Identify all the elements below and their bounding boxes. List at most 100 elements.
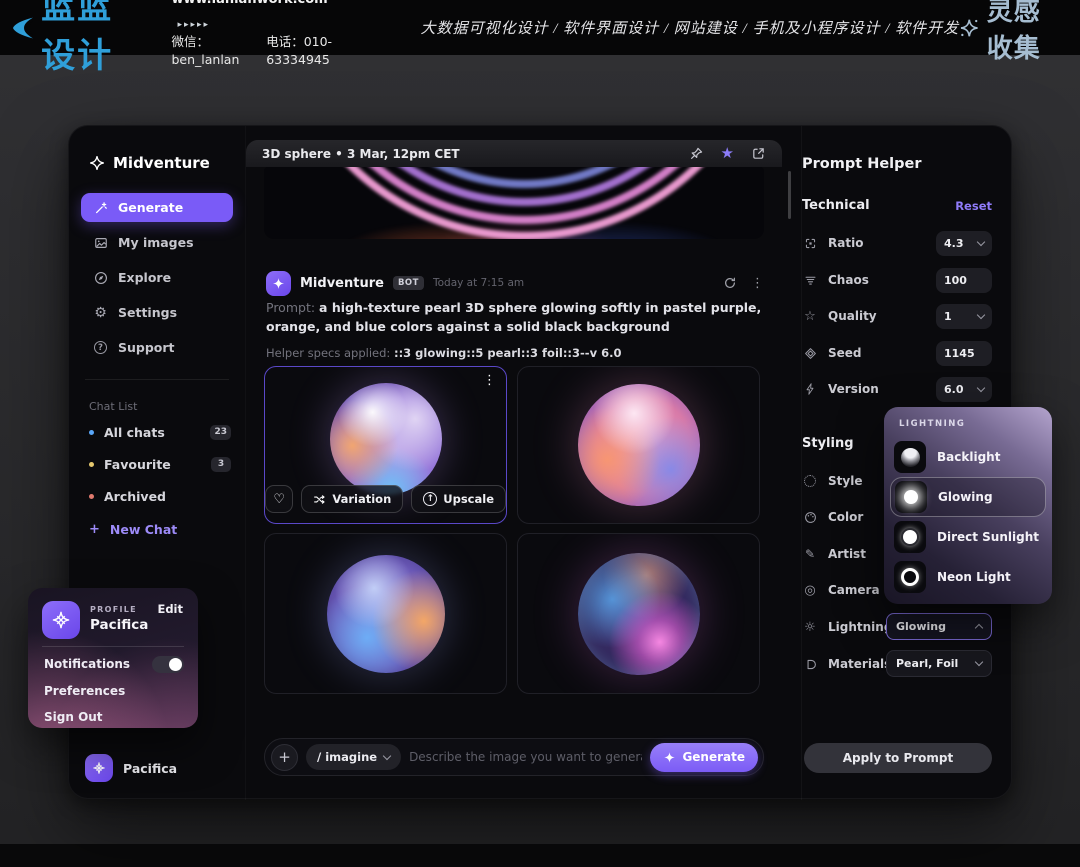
generate-button[interactable]: Generate bbox=[650, 743, 758, 772]
preferences-item[interactable]: Preferences bbox=[44, 681, 184, 701]
materials-select[interactable]: Pearl, Foil bbox=[886, 650, 992, 677]
variation-label: Variation bbox=[332, 492, 391, 506]
ratio-row: Ratio 4.3 bbox=[802, 230, 992, 256]
sidebar-item-explore[interactable]: Explore bbox=[81, 263, 233, 292]
option-backlight[interactable]: Backlight bbox=[890, 437, 1046, 477]
hero-image-partial[interactable] bbox=[264, 167, 764, 239]
crop-frame-icon bbox=[802, 237, 818, 250]
lightning-select[interactable]: Glowing bbox=[886, 613, 992, 640]
compass-icon bbox=[93, 271, 108, 285]
gear-icon: ⚙ bbox=[93, 305, 108, 321]
option-glowing[interactable]: Glowing bbox=[890, 477, 1046, 517]
select-value: 4.3 bbox=[944, 237, 964, 250]
command-selector[interactable]: / imagine bbox=[306, 744, 401, 770]
option-direct-sunlight[interactable]: Direct Sunlight bbox=[890, 517, 1046, 557]
apply-label: Apply to Prompt bbox=[843, 751, 954, 765]
row-label: Camera bbox=[828, 583, 880, 597]
scrollbar-thumb[interactable] bbox=[788, 171, 791, 219]
notifications-toggle[interactable] bbox=[152, 656, 184, 673]
lightning-bolt-icon bbox=[802, 383, 818, 395]
notifications-row[interactable]: Notifications bbox=[44, 654, 184, 674]
row-label: Chaos bbox=[828, 273, 869, 287]
count-badge: 23 bbox=[210, 425, 231, 440]
command-label: / imagine bbox=[317, 750, 377, 764]
app-name: Midventure bbox=[113, 154, 210, 172]
reset-button[interactable]: Reset bbox=[955, 199, 992, 213]
chat-list-title: Chat List bbox=[89, 400, 137, 413]
funnel-lines-icon bbox=[802, 274, 818, 287]
panel-title: Prompt Helper bbox=[802, 156, 922, 172]
generated-image-4[interactable] bbox=[517, 533, 760, 694]
select-value: 6.0 bbox=[944, 383, 964, 396]
row-label: Style bbox=[828, 474, 862, 488]
generated-image-3[interactable] bbox=[264, 533, 507, 694]
sidebar-item-generate[interactable]: Generate bbox=[81, 193, 233, 222]
kebab-menu-icon[interactable]: ⋮ bbox=[751, 276, 764, 291]
refresh-icon[interactable] bbox=[723, 276, 737, 290]
prompt-input[interactable] bbox=[409, 750, 642, 764]
sidebar-item-settings[interactable]: ⚙ Settings bbox=[81, 298, 233, 327]
quality-select[interactable]: 1 bbox=[936, 304, 992, 329]
sidebar-item-my-images[interactable]: My images bbox=[81, 228, 233, 257]
profile-popup: PROFILE Edit Pacifica Notifications Pref… bbox=[28, 588, 198, 728]
favorite-star-icon[interactable]: ★ bbox=[721, 146, 734, 161]
site-services: 大数据可视化设计 / 软件界面设计 / 网站建设 / 手机及小程序设计 / 软件… bbox=[420, 17, 959, 38]
site-phone: 电话：010-63334945 bbox=[266, 33, 360, 69]
site-banner: 蓝蓝设计 www.lanlanwork.com ▸▸▸▸▸ 微信：ben_lan… bbox=[0, 0, 1080, 55]
popup-title: LIGHTNING bbox=[899, 419, 1046, 429]
lens-icon: ◎ bbox=[802, 583, 818, 598]
variation-button[interactable]: Variation bbox=[301, 485, 403, 513]
swirl-sphere-image bbox=[578, 384, 700, 506]
chat-filter-favourite[interactable]: Favourite 3 bbox=[89, 454, 231, 474]
chat-filter-archived[interactable]: Archived bbox=[89, 486, 231, 506]
sparkle-icon bbox=[89, 155, 105, 171]
sidebar-item-label: Generate bbox=[118, 200, 183, 215]
chevron-down-icon bbox=[977, 237, 985, 245]
bot-message-header: Midventure BOT Today at 7:15 am ⋮ bbox=[266, 270, 764, 296]
chaos-row: Chaos 100 bbox=[802, 267, 992, 293]
chat-filter-all[interactable]: All chats 23 bbox=[89, 422, 231, 442]
sidebar-user[interactable]: Pacifica bbox=[85, 754, 177, 782]
site-logo-text: 蓝蓝设计 bbox=[41, 0, 147, 77]
field-value: 100 bbox=[944, 274, 967, 287]
new-chat-label: New Chat bbox=[110, 522, 177, 537]
new-chat-button[interactable]: + New Chat bbox=[89, 519, 231, 539]
chevron-down-icon bbox=[975, 658, 983, 666]
add-attachment-button[interactable]: + bbox=[271, 744, 298, 771]
pearl-sphere-image bbox=[330, 383, 442, 495]
like-button[interactable]: ♡ bbox=[265, 485, 293, 513]
external-link-icon[interactable] bbox=[751, 146, 766, 161]
row-label: Lightning bbox=[828, 620, 892, 634]
option-neon-light[interactable]: Neon Light bbox=[890, 557, 1046, 597]
prompt-line: Prompt: a high-texture pearl 3D sphere g… bbox=[266, 298, 764, 337]
generated-image-2[interactable] bbox=[517, 366, 760, 524]
version-row: Version 6.0 bbox=[802, 376, 992, 402]
row-label: Ratio bbox=[828, 236, 863, 250]
edit-profile-button[interactable]: Edit bbox=[157, 602, 183, 616]
upscale-button[interactable]: ↑ Upscale bbox=[411, 485, 506, 513]
bot-name: Midventure bbox=[300, 276, 384, 291]
row-label: Materials bbox=[828, 657, 891, 671]
section-title: Technical bbox=[802, 198, 870, 213]
nested-diamonds-icon bbox=[802, 347, 818, 360]
version-select[interactable]: 6.0 bbox=[936, 377, 992, 402]
four-point-star-icon bbox=[959, 14, 980, 42]
count-badge: 3 bbox=[211, 457, 231, 472]
ratio-select[interactable]: 4.3 bbox=[936, 231, 992, 256]
field-value: 1145 bbox=[944, 347, 975, 360]
sign-out-item[interactable]: Sign Out bbox=[44, 707, 184, 727]
site-info: www.lanlanwork.com ▸▸▸▸▸ 微信：ben_lanlan 电… bbox=[171, 0, 360, 69]
specs-line: Helper specs applied: ::3 glowing::5 pea… bbox=[266, 346, 621, 360]
sun-icon: ☼ bbox=[802, 620, 818, 635]
specs-label: Helper specs applied: bbox=[266, 346, 390, 360]
chaos-input[interactable]: 100 bbox=[936, 268, 992, 293]
divider bbox=[42, 646, 184, 647]
seed-input[interactable]: 1145 bbox=[936, 341, 992, 366]
pin-icon[interactable] bbox=[689, 146, 704, 161]
generated-image-1[interactable]: ⋮ ♡ Variation ↑ Upscale bbox=[264, 366, 507, 524]
kebab-menu-icon[interactable]: ⋮ bbox=[483, 373, 496, 388]
section-title: Styling bbox=[802, 436, 854, 451]
apply-to-prompt-button[interactable]: Apply to Prompt bbox=[804, 743, 992, 773]
sidebar-item-support[interactable]: ? Support bbox=[81, 333, 233, 362]
quality-row: ☆ Quality 1 bbox=[802, 303, 992, 329]
